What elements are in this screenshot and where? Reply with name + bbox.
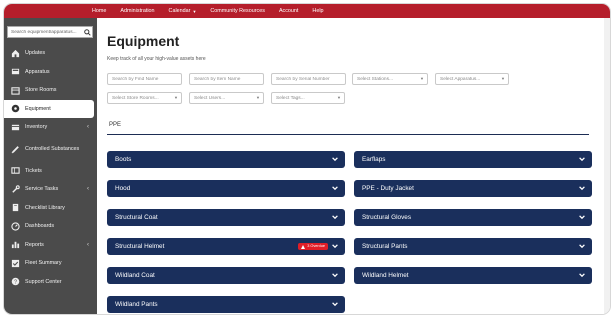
question-icon: ? bbox=[10, 277, 20, 287]
equipment-item-boots[interactable]: Boots bbox=[107, 151, 345, 168]
item-name-input[interactable] bbox=[194, 76, 263, 82]
page-subtitle: Keep track of all your high-value assets… bbox=[107, 56, 206, 62]
sidebar-item-updates[interactable]: Updates bbox=[4, 44, 97, 63]
chevron-down-icon bbox=[579, 244, 585, 249]
sidebar: Updates Apparatus Store Rooms Equipment … bbox=[4, 18, 97, 314]
equipment-item-hood[interactable]: Hood bbox=[107, 180, 345, 197]
chevron-down-icon bbox=[332, 157, 338, 162]
book-icon bbox=[10, 203, 20, 213]
select-tags[interactable]: Select Tags... ▼ bbox=[271, 92, 345, 104]
sidebar-item-reports[interactable]: Reports ‹ bbox=[4, 236, 97, 255]
equipment-item-structural-coat[interactable]: Structural Coat bbox=[107, 209, 345, 226]
find-name-input[interactable] bbox=[112, 76, 181, 82]
chevron-down-icon bbox=[332, 215, 338, 220]
sidebar-item-checklist-library[interactable]: Checklist Library bbox=[4, 199, 97, 218]
top-navigation: Home Administration Calendar ▼ Community … bbox=[4, 4, 610, 18]
sidebar-item-service-tasks[interactable]: Service Tasks ‹ bbox=[4, 180, 97, 199]
chevron-down-icon: ▼ bbox=[192, 8, 197, 14]
gear-icon bbox=[10, 104, 20, 114]
equipment-item-earflaps[interactable]: Earflaps bbox=[354, 151, 592, 168]
check-square-icon bbox=[10, 258, 20, 268]
select-stations[interactable]: Select Stations... ▼ bbox=[352, 73, 428, 85]
equipment-item-structural-pants[interactable]: Structural Pants bbox=[354, 238, 592, 255]
store-icon bbox=[10, 85, 20, 95]
equipment-item-structural-gloves[interactable]: Structural Gloves bbox=[354, 209, 592, 226]
sidebar-item-support-center[interactable]: ? Support Center bbox=[4, 273, 97, 292]
select-apparatus[interactable]: Select Apparatus... ▼ bbox=[435, 73, 509, 85]
section-divider bbox=[107, 134, 589, 135]
chevron-down-icon: ▼ bbox=[337, 95, 341, 100]
sidebar-item-fleet-summary[interactable]: Fleet Summary bbox=[4, 254, 97, 273]
filter-item-name bbox=[189, 73, 264, 85]
chevron-down-icon bbox=[579, 186, 585, 191]
select-store-rooms[interactable]: Select Store Rooms... ▼ bbox=[107, 92, 182, 104]
sidebar-item-tickets[interactable]: Tickets bbox=[4, 162, 97, 181]
select-users[interactable]: Select Users... ▼ bbox=[189, 92, 264, 104]
page-scrollbar[interactable] bbox=[604, 18, 610, 314]
bar-chart-icon bbox=[10, 240, 20, 250]
filter-find-name bbox=[107, 73, 182, 85]
home-icon bbox=[10, 48, 20, 58]
nav-help[interactable]: Help bbox=[312, 8, 323, 14]
equipment-item-wildland-coat[interactable]: Wildland Coat bbox=[107, 267, 345, 284]
chevron-left-icon: ‹ bbox=[87, 241, 89, 248]
search-icon[interactable] bbox=[82, 27, 92, 37]
chevron-down-icon: ▼ bbox=[174, 95, 178, 100]
overdue-badge: 3 Overdue bbox=[298, 243, 328, 250]
equipment-item-wildland-pants[interactable]: Wildland Pants bbox=[107, 296, 345, 313]
section-title-ppe: PPE bbox=[109, 122, 122, 128]
syringe-icon bbox=[10, 144, 20, 154]
chevron-down-icon bbox=[579, 215, 585, 220]
sidebar-search bbox=[7, 26, 93, 38]
chevron-down-icon: ▼ bbox=[501, 76, 505, 81]
chevron-left-icon: ‹ bbox=[87, 124, 89, 131]
dashboard-icon bbox=[10, 221, 20, 231]
ticket-icon bbox=[10, 166, 20, 176]
chevron-down-icon bbox=[332, 273, 338, 278]
page-title: Equipment bbox=[107, 33, 180, 49]
nav-calendar[interactable]: Calendar ▼ bbox=[169, 8, 197, 14]
truck-icon bbox=[10, 67, 20, 77]
chevron-down-icon bbox=[332, 302, 338, 307]
chevron-down-icon: ▼ bbox=[420, 76, 424, 81]
chevron-down-icon bbox=[332, 244, 338, 249]
equipment-item-ppe-duty-jacket[interactable]: PPE - Duty Jacket bbox=[354, 180, 592, 197]
filter-serial-number bbox=[271, 73, 346, 85]
serial-number-input[interactable] bbox=[276, 76, 345, 82]
sidebar-menu: Updates Apparatus Store Rooms Equipment … bbox=[4, 44, 97, 291]
wrench-icon bbox=[10, 184, 20, 194]
equipment-item-structural-helmet[interactable]: Structural Helmet 3 Overdue bbox=[107, 238, 345, 255]
nav-home[interactable]: Home bbox=[92, 8, 106, 14]
equipment-item-wildland-helmet[interactable]: Wildland Helmet bbox=[354, 267, 592, 284]
chevron-down-icon bbox=[579, 157, 585, 162]
nav-administration[interactable]: Administration bbox=[120, 8, 154, 14]
sidebar-item-dashboards[interactable]: Dashboards bbox=[4, 217, 97, 236]
chevron-down-icon bbox=[579, 273, 585, 278]
nav-account[interactable]: Account bbox=[279, 8, 298, 14]
box-icon bbox=[10, 122, 20, 132]
sidebar-item-apparatus[interactable]: Apparatus bbox=[4, 63, 97, 82]
sidebar-item-store-rooms[interactable]: Store Rooms bbox=[4, 81, 97, 100]
alert-icon bbox=[301, 244, 306, 249]
sidebar-item-inventory[interactable]: Inventory ‹ bbox=[4, 118, 97, 137]
sidebar-item-controlled-substances[interactable]: Controlled Substances bbox=[4, 137, 97, 162]
sidebar-search-input[interactable] bbox=[8, 29, 82, 35]
svg-text:?: ? bbox=[14, 280, 17, 286]
app-window: Home Administration Calendar ▼ Community … bbox=[3, 3, 611, 315]
main-content: Equipment Keep track of all your high-va… bbox=[97, 18, 610, 314]
nav-community-resources[interactable]: Community Resources bbox=[210, 8, 265, 14]
chevron-down-icon: ▼ bbox=[256, 95, 260, 100]
chevron-left-icon: ‹ bbox=[87, 186, 89, 193]
chevron-down-icon bbox=[332, 186, 338, 191]
sidebar-item-equipment[interactable]: Equipment bbox=[4, 99, 94, 118]
